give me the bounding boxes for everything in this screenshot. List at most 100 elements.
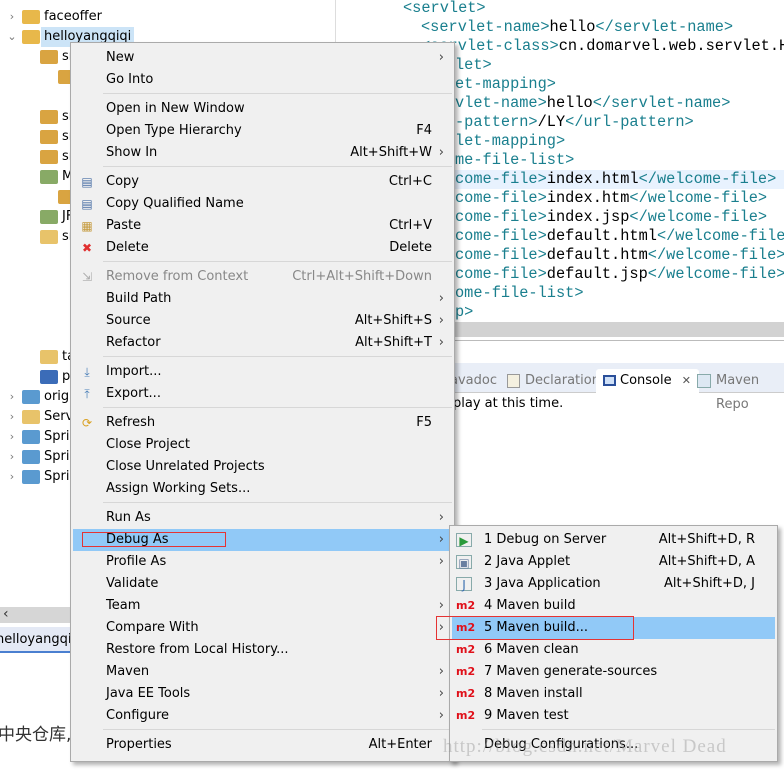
- menu-item-new[interactable]: New ›: [73, 47, 452, 69]
- close-icon[interactable]: ✕: [682, 374, 691, 387]
- xml-tag: </welcome-file>: [647, 246, 784, 264]
- tab-declaration[interactable]: Declaration: [525, 369, 600, 393]
- chevron-icon[interactable]: ›: [6, 467, 18, 487]
- submenu-item-4-maven-build[interactable]: m2 4 Maven build: [452, 595, 775, 617]
- project-folder-icon: [22, 390, 40, 404]
- maven-m2-icon: m2: [456, 599, 476, 612]
- xml-tag: </welcome-file>: [656, 227, 784, 245]
- maven-m2-icon: m2: [456, 643, 476, 656]
- submenu-item-8-maven-install[interactable]: m2 8 Maven install: [452, 683, 775, 705]
- menu-item-properties[interactable]: Properties Alt+Enter: [73, 734, 452, 756]
- menu-item-label: Configure: [106, 708, 170, 723]
- menu-item-label: Maven: [106, 664, 150, 679]
- tab-console-label: Console: [620, 373, 672, 388]
- menu-item-run-as[interactable]: Run As ›: [73, 507, 452, 529]
- menu-item-restore-from-local-history[interactable]: Restore from Local History...: [73, 639, 452, 661]
- menu-separator: [482, 729, 775, 730]
- menu-item-open-in-new-window[interactable]: Open in New Window: [73, 98, 452, 120]
- menu-item-paste[interactable]: ▦ Paste Ctrl+V: [73, 215, 452, 237]
- tab-console[interactable]: Console ✕: [596, 369, 699, 393]
- chevron-icon[interactable]: ›: [6, 427, 18, 447]
- shortcut-label: Alt+Enter: [368, 737, 432, 752]
- menu-item-show-in[interactable]: Show In Alt+Shift+W ›: [73, 142, 452, 164]
- menu-item-open-type-hierarchy[interactable]: Open Type Hierarchy F4: [73, 120, 452, 142]
- code-line: <servlet>: [403, 0, 486, 18]
- menu-item-assign-working-sets[interactable]: Assign Working Sets...: [73, 478, 452, 500]
- java-applet-icon: ▣: [456, 555, 472, 570]
- xml-tag: p>: [455, 303, 474, 321]
- context-menu: New › Go Into Open in New Window Open Type H…: [70, 42, 455, 762]
- submenu-item-9-maven-test[interactable]: m2 9 Maven test: [452, 705, 775, 727]
- menu-item-source[interactable]: Source Alt+Shift+S ›: [73, 310, 452, 332]
- submenu-item-label: 6 Maven clean: [484, 642, 579, 657]
- menu-item-maven[interactable]: Maven ›: [73, 661, 452, 683]
- xml-tag: </welcome-file>: [647, 265, 784, 283]
- submenu-item-7-maven-generate-sources[interactable]: m2 7 Maven generate-sources: [452, 661, 775, 683]
- submenu-arrow-icon: ›: [438, 708, 444, 723]
- bottom-tab-project[interactable]: helloyangqiq: [0, 627, 80, 653]
- shortcut-label: Alt+Shift+T: [355, 335, 432, 350]
- menu-item-configure[interactable]: Configure ›: [73, 705, 452, 727]
- code-line: vlet-name>hello</servlet-name>: [455, 94, 730, 113]
- paste-icon: ▦: [81, 219, 93, 233]
- menu-item-label: Export...: [106, 386, 161, 401]
- menu-item-copy[interactable]: ▤ Copy Ctrl+C: [73, 171, 452, 193]
- menu-separator: [103, 93, 452, 94]
- xml-tag: come-file>: [455, 227, 547, 245]
- chevron-icon[interactable]: ⌄: [6, 27, 18, 47]
- tab-javadoc[interactable]: avadoc: [450, 369, 497, 393]
- menu-item-export[interactable]: ⤒ Export...: [73, 383, 452, 405]
- declaration-icon: [507, 374, 520, 388]
- menu-item-label: Close Unrelated Projects: [106, 459, 265, 474]
- menu-item-label: Copy Qualified Name: [106, 196, 244, 211]
- menu-item-label: Import...: [106, 364, 162, 379]
- code-line: come-file>default.htm</welcome-file>: [455, 246, 784, 265]
- chevron-icon[interactable]: ›: [6, 407, 18, 427]
- menu-separator: [103, 502, 452, 503]
- xml-tag: come-file>: [455, 170, 547, 188]
- xml-tag: ome-file-list>: [455, 284, 584, 302]
- menu-item-compare-with[interactable]: Compare With ›: [73, 617, 452, 639]
- chevron-icon[interactable]: ›: [6, 447, 18, 467]
- scroll-left-icon[interactable]: ‹: [3, 606, 9, 622]
- submenu-arrow-icon: ›: [438, 291, 444, 306]
- menu-item-label: Copy: [106, 174, 139, 189]
- menu-item-build-path[interactable]: Build Path ›: [73, 288, 452, 310]
- menu-item-refresh[interactable]: ⟳ Refresh F5: [73, 412, 452, 434]
- tab-maven-repositories[interactable]: Maven Repo: [716, 369, 784, 412]
- menu-item-go-into[interactable]: Go Into: [73, 69, 452, 91]
- submenu-item-3-java-application[interactable]: J 3 Java Application Alt+Shift+D, J: [452, 573, 775, 595]
- menu-item-import[interactable]: ⤓ Import...: [73, 361, 452, 383]
- project-folder-icon: [40, 230, 58, 244]
- submenu-item-6-maven-clean[interactable]: m2 6 Maven clean: [452, 639, 775, 661]
- code-line: come-file>default.jsp</welcome-file>: [455, 265, 784, 284]
- chevron-icon[interactable]: ›: [6, 7, 18, 27]
- xml-tag: </welcome-file>: [629, 189, 768, 207]
- menu-item-label: Assign Working Sets...: [106, 481, 251, 496]
- submenu-item-2-java-applet[interactable]: ▣ 2 Java Applet Alt+Shift+D, A: [452, 551, 775, 573]
- menu-item-close-project[interactable]: Close Project: [73, 434, 452, 456]
- xml-tag: me-file-list>: [455, 151, 575, 169]
- menu-item-java-ee-tools[interactable]: Java EE Tools ›: [73, 683, 452, 705]
- maven-m2-icon: m2: [456, 687, 476, 700]
- menu-item-copy-qualified-name[interactable]: ▤ Copy Qualified Name: [73, 193, 452, 215]
- shortcut-label: Alt+Shift+W: [350, 145, 432, 160]
- code-line: et-mapping>: [455, 75, 556, 94]
- chevron-icon[interactable]: ›: [6, 387, 18, 407]
- shortcut-label: F4: [416, 123, 432, 138]
- xml-text: index.htm: [546, 189, 630, 207]
- menu-item-profile-as[interactable]: Profile As ›: [73, 551, 452, 573]
- menu-item-refactor[interactable]: Refactor Alt+Shift+T ›: [73, 332, 452, 354]
- copy-qualified-icon: ▤: [81, 197, 93, 211]
- menu-item-close-unrelated-projects[interactable]: Close Unrelated Projects: [73, 456, 452, 478]
- code-line: p>: [455, 303, 473, 322]
- menu-item-label: Run As: [106, 510, 151, 525]
- bottom-tab-label: helloyangqiq: [0, 632, 80, 647]
- submenu-item-1-debug-on-server[interactable]: ▶ 1 Debug on Server Alt+Shift+D, R: [452, 529, 775, 551]
- menu-item-delete[interactable]: ✖ Delete Delete: [73, 237, 452, 259]
- xml-tag: </servlet-name>: [592, 94, 731, 112]
- menu-item-team[interactable]: Team ›: [73, 595, 452, 617]
- menu-item-validate[interactable]: Validate: [73, 573, 452, 595]
- project-folder-icon: [22, 410, 40, 424]
- debug-as-submenu: ▶ 1 Debug on Server Alt+Shift+D, R ▣ 2 Java …: [449, 525, 778, 762]
